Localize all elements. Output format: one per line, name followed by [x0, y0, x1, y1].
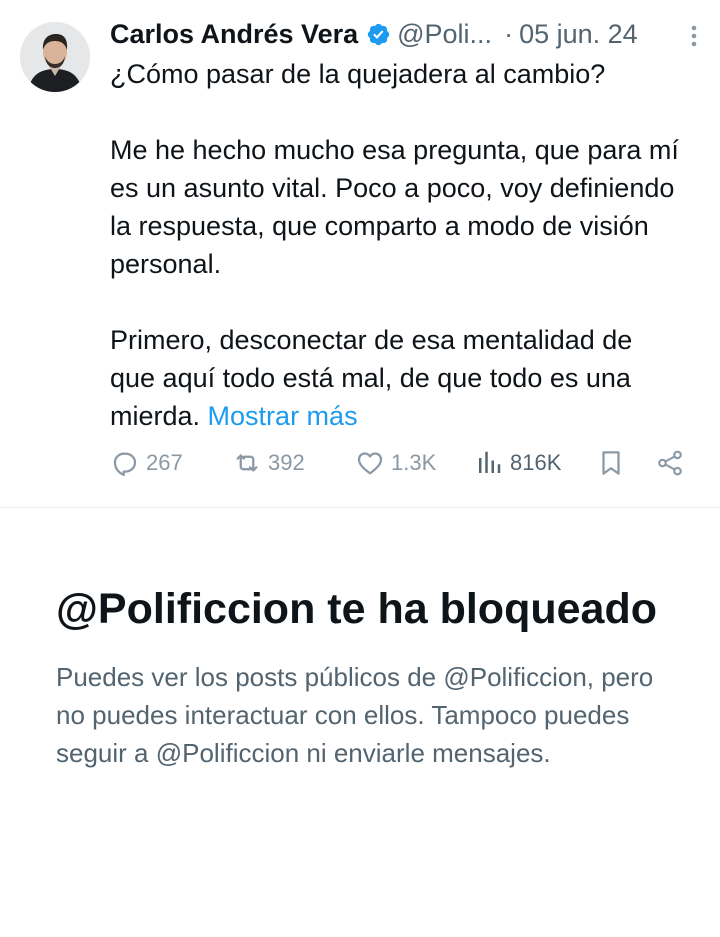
like-button[interactable]: 1.3K: [355, 448, 436, 478]
views-icon: [474, 448, 504, 478]
share-icon: [655, 448, 685, 478]
verified-badge-icon: [366, 22, 391, 47]
tweet-content: Carlos Andrés Vera @Poli... · 05 jun. 24…: [110, 14, 700, 435]
show-more-link[interactable]: Mostrar más: [208, 401, 358, 431]
divider: [0, 507, 720, 508]
tweet-paragraph-2: Me he hecho mucho esa pregunta, que para…: [110, 135, 679, 279]
blocked-title: @Polificcion te ha bloqueado: [56, 585, 657, 633]
bookmark-icon: [596, 448, 626, 478]
tweet-actions-bar: 267 392 1.3K 816K: [110, 448, 690, 484]
blocked-notice: @Polificcion te ha bloqueado Puedes ver …: [56, 580, 676, 772]
bookmark-button[interactable]: [596, 448, 626, 478]
tweet-header: Carlos Andrés Vera @Poli... · 05 jun. 24: [110, 14, 700, 54]
repost-icon: [232, 448, 262, 478]
author-avatar[interactable]: [20, 22, 90, 92]
views-button[interactable]: 816K: [474, 448, 561, 478]
repost-count: 392: [268, 450, 305, 475]
tweet-text: ¿Cómo pasar de la quejadera al cambio? M…: [110, 55, 680, 435]
tweet-date[interactable]: 05 jun. 24: [519, 19, 638, 50]
heart-icon: [355, 448, 385, 478]
reply-count: 267: [146, 450, 183, 475]
author-name[interactable]: Carlos Andrés Vera: [110, 19, 358, 50]
share-button[interactable]: [655, 448, 685, 478]
blocked-description: Puedes ver los posts públicos de @Polifi…: [56, 662, 654, 768]
views-count: 816K: [510, 450, 562, 475]
tweet-paragraph-1: ¿Cómo pasar de la quejadera al cambio?: [110, 59, 606, 89]
reply-icon: [110, 448, 140, 478]
tweet[interactable]: Carlos Andrés Vera @Poli... · 05 jun. 24…: [0, 0, 720, 508]
more-vertical-icon[interactable]: [690, 24, 698, 53]
repost-button[interactable]: 392: [232, 448, 305, 478]
separator-dot: ·: [504, 18, 514, 49]
reply-button[interactable]: 267: [110, 448, 183, 478]
tweet-paragraph-3: Primero, desconectar de esa mentalidad d…: [110, 325, 633, 431]
like-count: 1.3K: [391, 450, 437, 475]
author-handle[interactable]: @Poli...: [397, 19, 492, 50]
